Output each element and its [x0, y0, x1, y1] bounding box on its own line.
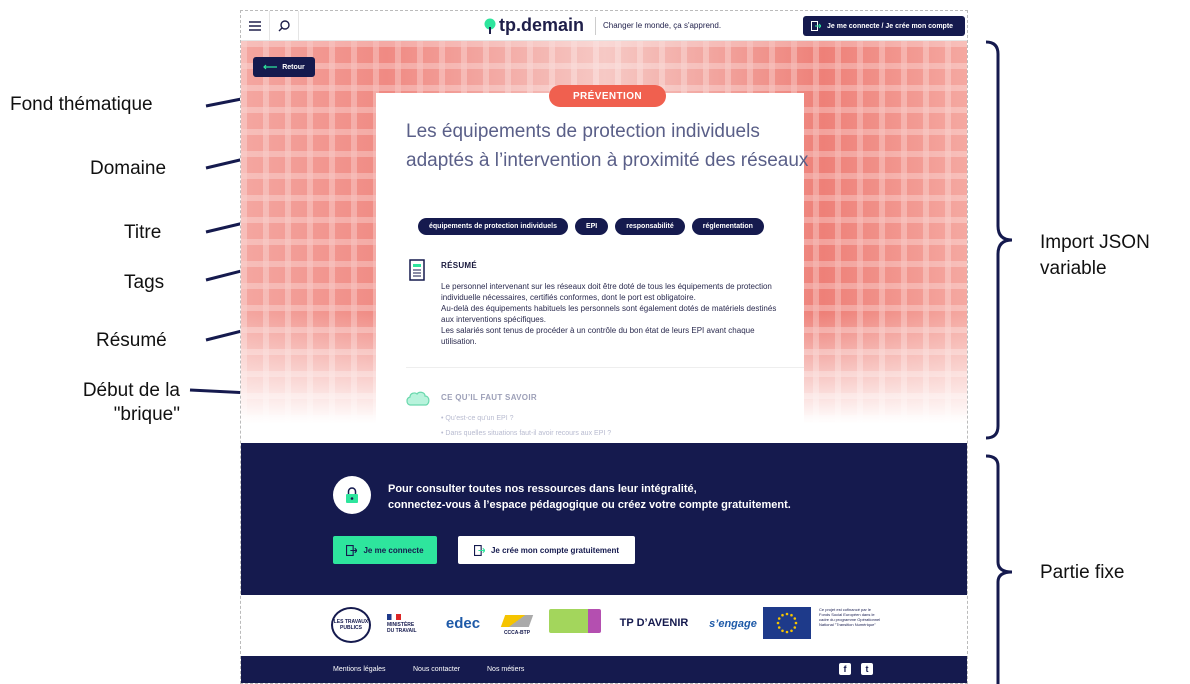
logo-union-europeenne[interactable] — [763, 607, 811, 639]
create-account-button[interactable]: Je crée mon compte gratuitement — [458, 536, 635, 564]
brace-import — [985, 40, 1013, 440]
logo-ministere-travail[interactable]: MINISTÈRE DU TRAVAIL — [387, 609, 427, 639]
ministere-line-2: DU TRAVAIL — [387, 628, 417, 634]
cta-text: Pour consulter toutes nos ressources dan… — [388, 481, 791, 513]
connect-button[interactable]: Je me connecte — [333, 536, 437, 564]
facebook-icon[interactable]: f — [839, 663, 851, 675]
resume-line: individuelle nécessaires, certifiés conf… — [441, 293, 696, 302]
brick-item[interactable]: • Qu’est-ce qu’un EPI ? — [441, 411, 611, 426]
slogan: Changer le monde, ça s'apprend. — [603, 21, 722, 30]
tag-reglementation[interactable]: réglementation — [691, 218, 764, 235]
login-signup-label: Je me connecte / Je crée mon compte — [827, 22, 954, 30]
connect-label: Je me connecte — [363, 545, 424, 555]
resume-text: Le personnel intervenant sur les réseaux… — [441, 281, 811, 347]
resume-line: Les salariés sont tenus de procéder à un… — [441, 326, 755, 335]
flag-icon — [387, 614, 401, 620]
create-account-label: Je crée mon compte gratuitement — [490, 545, 620, 555]
tag-epi[interactable]: EPI — [574, 218, 609, 235]
logo-travaux-publics[interactable]: LES TRAVAUX PUBLICS — [331, 607, 371, 643]
logo-edec[interactable]: edec — [441, 611, 485, 635]
twitter-icon[interactable]: t — [861, 663, 873, 675]
annotation-domaine: Domaine — [90, 158, 167, 179]
partner-logos: LES TRAVAUX PUBLICS MINISTÈRE DU TRAVAIL… — [241, 595, 967, 656]
eu-stars-icon — [776, 612, 798, 634]
logo-text: tp.demain — [499, 15, 585, 35]
cta-line-1: Pour consulter toutes nos ressources dan… — [388, 483, 697, 495]
logo-ccca-btp[interactable]: CCCA-BTP — [499, 607, 535, 643]
annotation-debut-brique-2: "brique" — [113, 404, 180, 425]
search-button[interactable] — [270, 11, 299, 41]
footer-link-metiers[interactable]: Nos métiers — [487, 666, 524, 673]
eu-funding-text: Ce projet est cofinancé par le Fonds Soc… — [819, 607, 881, 627]
document-icon — [409, 259, 425, 281]
tag-responsabilite[interactable]: responsabilité — [615, 218, 685, 235]
brain-icon — [406, 391, 430, 406]
domain-badge[interactable]: PRÉVENTION — [549, 85, 666, 107]
footer-link-mentions[interactable]: Mentions légales — [333, 666, 386, 673]
cta-line-2: connectez-vous à l’espace pédagogique ou… — [388, 499, 791, 511]
logo-tp-avenir[interactable]: TP D’AVENIR — [613, 613, 695, 633]
annotation-fond-thematique: Fond thématique — [10, 94, 153, 115]
resume-line: Au-delà des équipements habituels les pe… — [441, 304, 777, 313]
annotation-debut-brique-1: Début de la — [82, 380, 180, 401]
logo-batiment-travaux[interactable] — [549, 609, 601, 633]
login-signup-button[interactable]: Je me connecte / Je crée mon compte — [803, 16, 965, 36]
annotation-import-json: Import JSON — [1040, 232, 1150, 253]
tree-icon — [484, 18, 496, 34]
ccca-label: CCCA-BTP — [503, 629, 531, 636]
login-icon — [346, 544, 358, 556]
logo-europe-engage[interactable]: s’engage — [707, 607, 759, 641]
brick-items: • Qu’est-ce qu’un EPI ? • Dans quelles s… — [441, 411, 611, 441]
ltp-line-2: PUBLICS — [340, 625, 362, 631]
ccca-mark — [500, 614, 534, 627]
annotation-resume: Résumé — [96, 330, 167, 351]
lock-badge — [333, 476, 371, 514]
brace-fixed — [985, 454, 1013, 684]
login-icon — [811, 21, 821, 31]
back-label: Retour — [282, 63, 305, 71]
login-call-to-action: Pour consulter toutes nos ressources dan… — [241, 443, 967, 595]
logo-separator — [595, 17, 596, 35]
brick-item[interactable]: • Dans quelles situations faut-il avoir … — [441, 426, 611, 441]
brick-divider — [406, 367, 804, 368]
footer-link-contact[interactable]: Nous contacter — [413, 666, 460, 673]
logo[interactable]: tp.demain — [484, 15, 584, 36]
arrow-left-icon — [263, 64, 278, 70]
annotation-titre: Titre — [124, 222, 162, 243]
page-mockup: tp.demain Changer le monde, ça s'apprend… — [240, 10, 968, 684]
hamburger-icon — [249, 21, 261, 31]
annotation-import-variable: variable — [1040, 258, 1107, 279]
tag-list: équipements de protection individuels EP… — [418, 218, 764, 235]
back-button[interactable]: Retour — [253, 57, 315, 77]
menu-button[interactable] — [241, 11, 270, 41]
annotation-partie-fixe: Partie fixe — [1040, 562, 1125, 583]
tag-epi-full[interactable]: équipements de protection individuels — [418, 218, 568, 235]
brick-title: CE QU’IL FAUT SAVOIR — [441, 393, 537, 402]
page-title: Les équipements de protection individuel… — [406, 121, 809, 171]
resume-line: utilisation. — [441, 337, 477, 346]
top-bar: tp.demain Changer le monde, ça s'apprend… — [241, 11, 967, 41]
search-icon — [278, 20, 290, 32]
footer: Mentions légales Nous contacter Nos méti… — [241, 656, 967, 683]
resume-line: aux interventions spécifiques. — [441, 315, 546, 324]
lock-icon — [346, 487, 358, 503]
resume-line: Le personnel intervenant sur les réseaux… — [441, 282, 772, 291]
resume-title: RÉSUMÉ — [441, 261, 478, 270]
login-icon — [473, 544, 485, 556]
annotation-tags: Tags — [124, 272, 165, 293]
